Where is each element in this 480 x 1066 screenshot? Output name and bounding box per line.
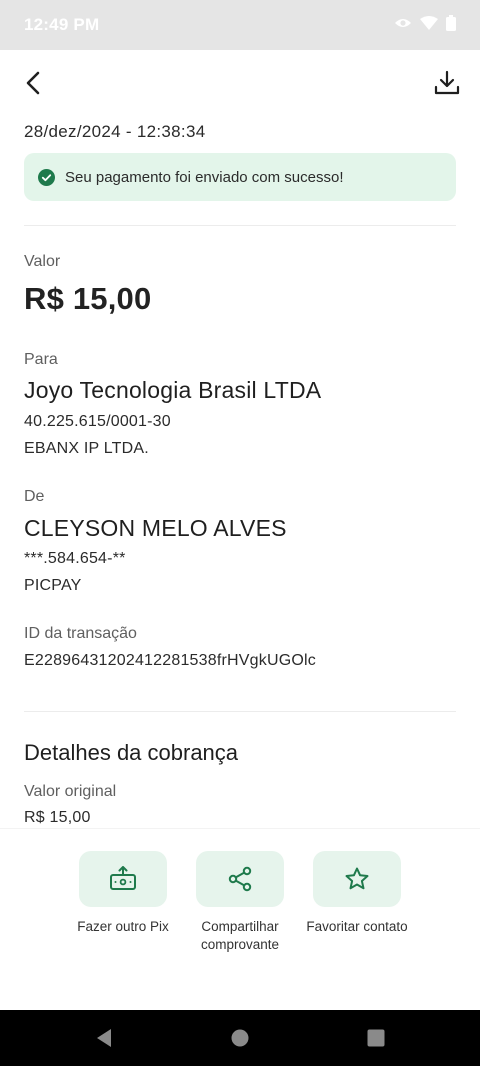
status-time: 12:49 PM <box>24 15 100 34</box>
sender-document: ***.584.654-** <box>24 550 126 567</box>
recipient-institution: EBANX IP LTDA. <box>24 440 149 457</box>
success-message: Seu pagamento foi enviado com sucesso! <box>65 168 344 186</box>
para-label: Para <box>24 351 58 368</box>
amount-value: R$ 15,00 <box>24 281 152 316</box>
download-button[interactable] <box>430 66 464 100</box>
circle-home-icon <box>231 1029 249 1047</box>
transaction-id-label: ID da transação <box>24 625 137 642</box>
success-banner: Seu pagamento foi enviado com sucesso! <box>24 153 456 201</box>
system-nav-bar <box>0 1010 480 1066</box>
download-icon <box>434 70 460 95</box>
action-tile[interactable] <box>79 851 167 907</box>
action-tile[interactable] <box>313 851 401 907</box>
valor-label: Valor <box>24 253 61 270</box>
transaction-datetime: 28/dez/2024 - 12:38:34 <box>24 122 206 141</box>
eye-icon <box>394 16 412 34</box>
transaction-id-value: E22896431202412281538frHVgkUGOlc <box>24 652 316 669</box>
battery-icon <box>446 14 456 36</box>
wifi-icon <box>420 15 438 35</box>
nav-home-button[interactable] <box>228 1026 252 1050</box>
square-recents-icon <box>367 1029 385 1047</box>
action-tile[interactable] <box>196 851 284 907</box>
triangle-back-icon <box>97 1029 111 1047</box>
share-icon <box>228 866 252 892</box>
favorite-contact-button[interactable]: Favoritar contato <box>302 851 412 936</box>
recipient-name: Joyo Tecnologia Brasil LTDA <box>24 377 322 403</box>
nav-back-button[interactable] <box>92 1026 116 1050</box>
action-label: Favoritar contato <box>306 919 408 934</box>
nav-recents-button[interactable] <box>364 1026 388 1050</box>
check-circle-icon <box>38 168 55 186</box>
original-value-label: Valor original <box>24 783 117 800</box>
divider <box>24 711 456 712</box>
action-panel: Fazer outro Pix Compartilhar comprovante… <box>0 828 480 1010</box>
sender-institution: PICPAY <box>24 577 82 594</box>
back-button[interactable] <box>18 66 48 100</box>
details-title: Detalhes da cobrança <box>24 740 239 765</box>
action-label: Compartilhar comprovante <box>200 919 280 952</box>
share-receipt-button[interactable]: Compartilhar comprovante <box>185 851 295 954</box>
status-icons <box>394 14 456 36</box>
top-bar <box>0 58 480 108</box>
sender-name: CLEYSON MELO ALVES <box>24 515 287 541</box>
action-label: Fazer outro Pix <box>77 919 169 934</box>
de-label: De <box>24 488 45 505</box>
pix-transfer-icon <box>110 866 136 890</box>
arrow-left-icon <box>26 71 40 95</box>
original-value: R$ 15,00 <box>24 809 91 826</box>
status-bar: 12:49 PM <box>0 0 480 50</box>
recipient-document: 40.225.615/0001-30 <box>24 413 171 430</box>
new-pix-button[interactable]: Fazer outro Pix <box>68 851 178 936</box>
divider <box>24 225 456 226</box>
star-icon <box>345 867 369 890</box>
